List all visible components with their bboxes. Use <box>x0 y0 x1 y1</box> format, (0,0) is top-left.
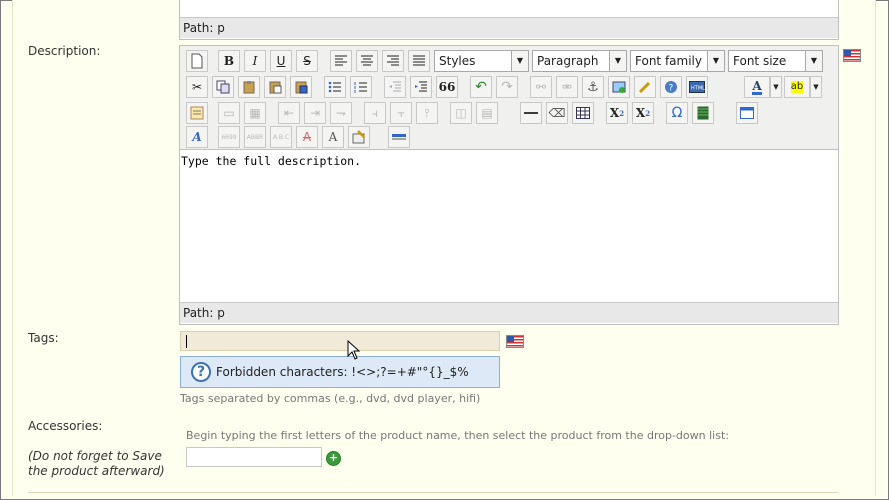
tags-input[interactable] <box>180 331 500 351</box>
description-label: Description: <box>28 44 101 58</box>
section-divider <box>28 492 838 493</box>
align-center-icon[interactable] <box>356 50 378 72</box>
tags-label: Tags: <box>28 331 59 345</box>
attribs-icon[interactable] <box>348 126 370 148</box>
font-size-select-label: Font size <box>733 54 787 68</box>
format-select[interactable]: Paragraph ▼ <box>532 50 627 72</box>
row-before-icon[interactable]: ⇤ <box>278 102 300 124</box>
numbered-list-icon[interactable] <box>350 76 372 98</box>
font-family-select-label: Font family <box>635 54 702 68</box>
accessories-label: Accessories: <box>28 419 103 433</box>
styles-select-label: Styles <box>439 54 476 68</box>
chevron-down-icon: ▼ <box>707 51 724 71</box>
cut-icon[interactable]: ✂ <box>186 76 208 98</box>
cell-props-icon[interactable]: ▦ <box>244 102 266 124</box>
paste-word-icon[interactable] <box>290 76 312 98</box>
align-right-icon[interactable] <box>382 50 404 72</box>
split-cells-icon[interactable]: ◫ <box>450 102 472 124</box>
styles-select[interactable]: Styles ▼ <box>434 50 529 72</box>
short-description-path: Path: p <box>180 17 838 38</box>
accessories-instructions: Begin typing the first letters of the pr… <box>186 429 729 442</box>
anchor-icon[interactable]: ⚓ <box>582 76 604 98</box>
paste-text-icon[interactable] <box>264 76 286 98</box>
highlight-color-icon[interactable]: ab <box>784 76 810 98</box>
short-description-editor: Path: p <box>179 0 839 40</box>
superscript-label: X <box>635 106 646 120</box>
redo-icon[interactable]: ↷ <box>496 76 518 98</box>
copy-icon[interactable] <box>212 76 234 98</box>
language-flag-icon[interactable] <box>506 335 524 348</box>
add-accessory-icon[interactable]: + <box>326 451 341 466</box>
paste-icon[interactable] <box>238 76 260 98</box>
special-char-button[interactable]: Ω <box>666 102 688 124</box>
svg-text:HTML: HTML <box>691 86 705 92</box>
fullscreen-icon[interactable] <box>736 102 758 124</box>
delete-row-icon[interactable]: ⇁ <box>330 102 352 124</box>
help-icon[interactable]: ? <box>660 76 682 98</box>
indent-icon[interactable] <box>410 76 432 98</box>
accessories-search-input[interactable] <box>186 447 322 467</box>
del-icon[interactable]: A <box>296 126 318 148</box>
bullet-list-icon[interactable] <box>324 76 346 98</box>
underline-button[interactable]: U <box>270 50 292 72</box>
table-icon[interactable] <box>572 102 594 124</box>
row-after-icon[interactable]: ⇥ <box>304 102 326 124</box>
italic-button[interactable]: I <box>244 50 266 72</box>
description-content[interactable]: Type the full description. <box>180 150 838 306</box>
font-color-chevron-icon[interactable]: ▼ <box>770 76 782 98</box>
style-props-icon[interactable]: A <box>186 126 208 148</box>
font-family-select[interactable]: Font family ▼ <box>630 50 725 72</box>
format-select-label: Paragraph <box>537 54 599 68</box>
html-source-icon[interactable]: HTML <box>686 76 708 98</box>
col-after-icon[interactable]: ⫟ <box>390 102 412 124</box>
align-justify-icon[interactable] <box>408 50 430 72</box>
subscript-icon[interactable]: X2 <box>606 102 628 124</box>
tags-help-text: Tags separated by commas (e.g., dvd, dvd… <box>180 392 481 405</box>
insert-layer-icon[interactable] <box>186 102 208 124</box>
description-editor[interactable]: B I U S Styles ▼ Paragraph ▼ Font family ▼ … <box>179 45 839 325</box>
font-size-select[interactable]: Font size ▼ <box>728 50 823 72</box>
link-icon[interactable]: ⚯ <box>530 76 552 98</box>
description-path: Path: p <box>180 302 838 323</box>
abbr-icon[interactable]: ABBR <box>244 126 266 148</box>
ins-icon[interactable]: A <box>322 126 344 148</box>
accessories-note: (Do not forget to Save the product after… <box>28 449 165 478</box>
col-before-icon[interactable]: ⫞ <box>364 102 386 124</box>
row-props-icon[interactable]: ▭ <box>218 102 240 124</box>
image-icon[interactable] <box>608 76 630 98</box>
question-icon: ? <box>191 362 211 382</box>
svg-text:?: ? <box>669 84 674 94</box>
font-color-icon[interactable]: A <box>744 76 770 98</box>
merge-cells-icon[interactable]: ▤ <box>476 102 498 124</box>
chevron-down-icon: ▼ <box>511 51 528 71</box>
undo-icon[interactable]: ↶ <box>470 76 492 98</box>
chevron-down-icon: ▼ <box>609 51 626 71</box>
forbidden-characters-text: Forbidden characters: !<>;?=+#"°{}_$% <box>216 365 469 379</box>
delete-col-icon[interactable]: ⫯ <box>416 102 438 124</box>
text-caret <box>186 335 187 348</box>
subscript-label: X <box>609 106 620 120</box>
cite-icon[interactable]: 6699 <box>218 126 240 148</box>
bold-button[interactable]: B <box>218 50 240 72</box>
mouse-cursor-icon <box>347 340 361 360</box>
highlight-color-chevron-icon[interactable]: ▼ <box>810 76 822 98</box>
editor-toolbar: B I U S Styles ▼ Paragraph ▼ Font family ▼ … <box>180 46 838 150</box>
unlink-icon[interactable]: ⚮ <box>556 76 578 98</box>
strikethrough-button[interactable]: S <box>296 50 318 72</box>
outdent-icon[interactable] <box>384 76 406 98</box>
new-document-icon[interactable] <box>186 50 208 72</box>
blockquote-button[interactable]: 66 <box>436 76 458 98</box>
superscript-icon[interactable]: X2 <box>632 102 654 124</box>
align-left-icon[interactable] <box>330 50 352 72</box>
language-flag-icon[interactable] <box>843 49 861 62</box>
forbidden-characters-hint: ? Forbidden characters: !<>;?=+#"°{}_$% <box>180 356 500 388</box>
acronym-icon[interactable]: A.B.C <box>270 126 292 148</box>
chevron-down-icon: ▼ <box>805 51 822 71</box>
nonbreaking-icon[interactable] <box>388 126 410 148</box>
cleanup-icon[interactable] <box>634 76 656 98</box>
media-icon[interactable] <box>692 102 714 124</box>
horizontal-rule-icon[interactable] <box>520 102 542 124</box>
remove-format-icon[interactable]: ⌫ <box>546 102 568 124</box>
